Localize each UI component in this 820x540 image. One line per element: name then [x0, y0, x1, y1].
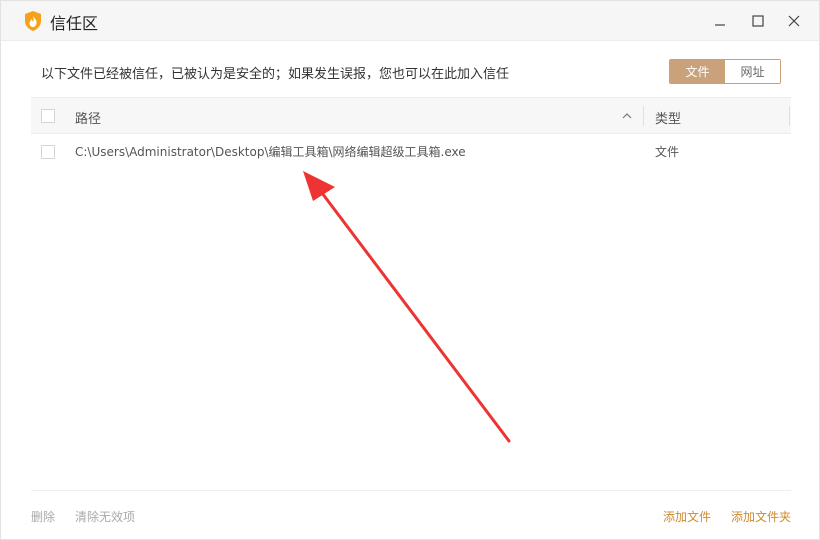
trust-table: 路径 类型 C:\Users\Administrator\Desktop\编辑工…: [31, 97, 791, 170]
column-header-type[interactable]: 类型: [655, 108, 681, 127]
row-path: C:\Users\Administrator\Desktop\编辑工具箱\网络编…: [75, 145, 466, 159]
footer-divider: [31, 490, 791, 491]
select-all-checkbox[interactable]: [41, 109, 55, 123]
column-divider[interactable]: [643, 106, 644, 126]
delete-button[interactable]: 删除: [31, 508, 55, 525]
tab-url[interactable]: 网址: [725, 60, 780, 83]
add-file-button[interactable]: 添加文件: [663, 508, 711, 525]
row-checkbox[interactable]: [41, 145, 55, 159]
table-header: 路径 类型: [31, 97, 791, 134]
minimize-icon: [715, 24, 725, 26]
clear-invalid-button[interactable]: 清除无效项: [75, 508, 135, 525]
shield-flame-icon: [25, 11, 41, 31]
trust-zone-window: 信任区 以下文件已经被信任，已被认为是安全的；如果发生误报，您也可以在此加入信任…: [0, 0, 820, 540]
close-button[interactable]: [782, 9, 806, 33]
window-title: 信任区: [50, 14, 99, 33]
chevron-up-icon[interactable]: [621, 110, 633, 122]
tab-file[interactable]: 文件: [670, 60, 725, 83]
maximize-button[interactable]: [746, 9, 770, 33]
add-folder-button[interactable]: 添加文件夹: [731, 508, 791, 525]
table-row[interactable]: C:\Users\Administrator\Desktop\编辑工具箱\网络编…: [31, 134, 791, 170]
title-bar: 信任区: [1, 1, 819, 41]
type-switch: 文件 网址: [669, 59, 781, 84]
maximize-icon: [752, 15, 764, 27]
minimize-button[interactable]: [708, 9, 732, 33]
row-type: 文件: [655, 145, 680, 159]
column-header-path[interactable]: 路径: [75, 108, 101, 127]
description-text: 以下文件已经被信任，已被认为是安全的；如果发生误报，您也可以在此加入信任: [41, 67, 510, 82]
close-icon: [788, 15, 800, 27]
column-divider[interactable]: [789, 106, 790, 126]
